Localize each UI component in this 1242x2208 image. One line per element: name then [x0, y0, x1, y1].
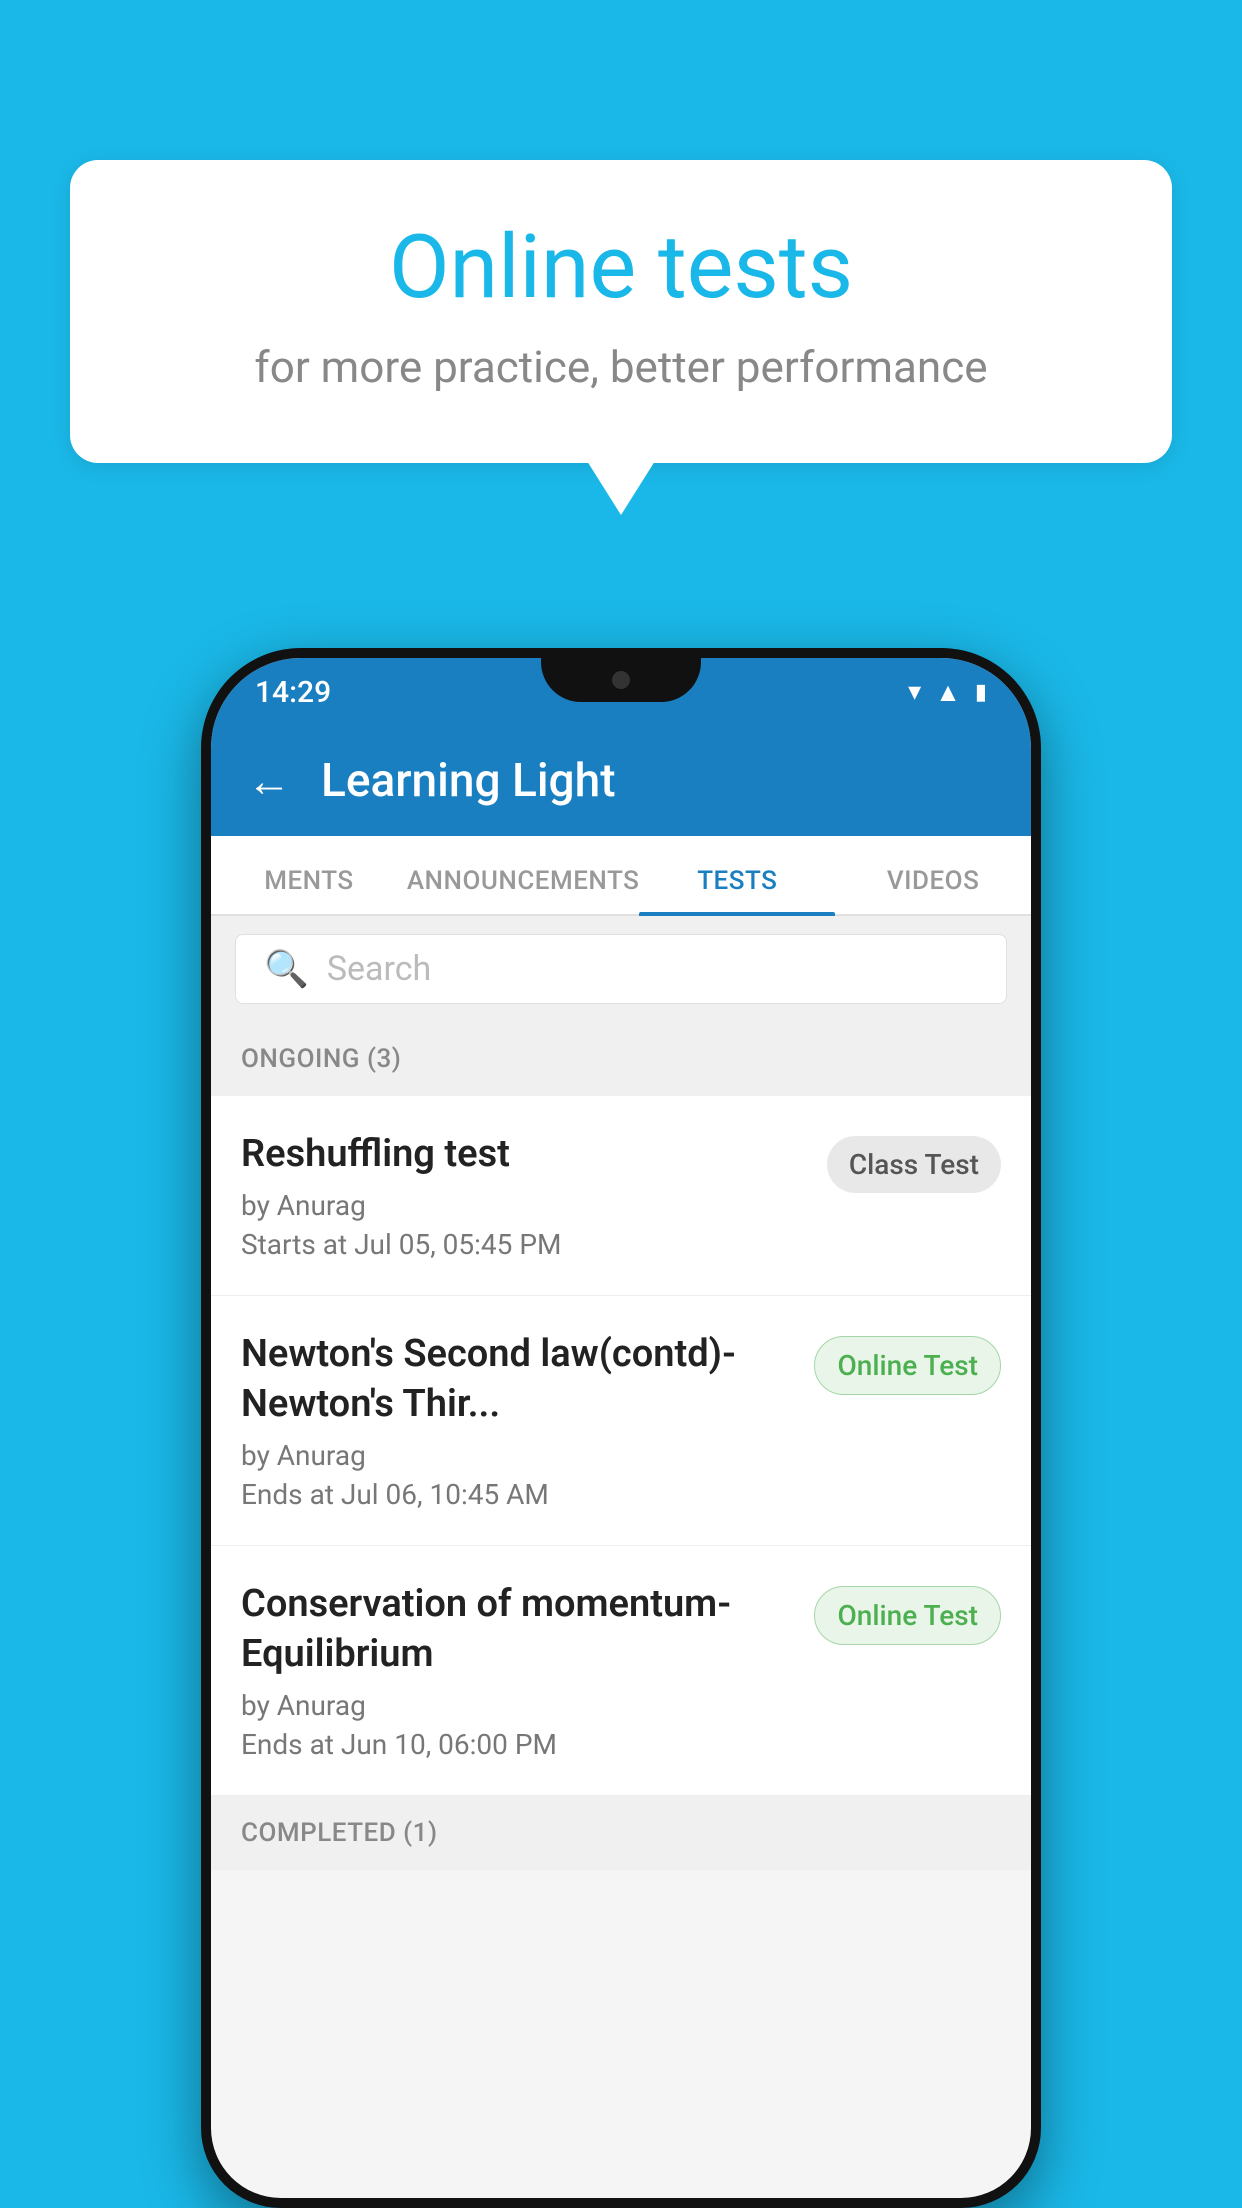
test-name-2: Newton's Second law(contd)-Newton's Thir…	[241, 1330, 794, 1429]
test-info-1: Reshuffling test by Anurag Starts at Jul…	[241, 1130, 807, 1261]
test-badge-1: Class Test	[827, 1136, 1001, 1193]
test-name-3: Conservation of momentum-Equilibrium	[241, 1580, 794, 1679]
test-badge-2: Online Test	[814, 1336, 1001, 1395]
completed-section-header: COMPLETED (1)	[211, 1796, 1031, 1870]
speech-bubble-card: Online tests for more practice, better p…	[70, 160, 1172, 463]
phone-notch	[541, 658, 701, 702]
promo-speech-bubble: Online tests for more practice, better p…	[70, 160, 1172, 463]
test-badge-3: Online Test	[814, 1586, 1001, 1645]
bubble-title: Online tests	[150, 220, 1092, 317]
test-time-3: Ends at Jun 10, 06:00 PM	[241, 1728, 794, 1761]
tabs-container: MENTS ANNOUNCEMENTS TESTS VIDEOS	[211, 836, 1031, 916]
test-name-1: Reshuffling test	[241, 1130, 807, 1179]
ongoing-section-header: ONGOING (3)	[211, 1022, 1031, 1096]
test-author-3: by Anurag	[241, 1689, 794, 1722]
search-bar[interactable]: 🔍 Search	[235, 934, 1007, 1004]
test-item-2[interactable]: Newton's Second law(contd)-Newton's Thir…	[211, 1296, 1031, 1546]
tab-ments[interactable]: MENTS	[211, 866, 407, 914]
tab-videos[interactable]: VIDEOS	[835, 866, 1031, 914]
status-time: 14:29	[255, 675, 331, 710]
bubble-subtitle: for more practice, better performance	[150, 341, 1092, 393]
wifi-icon: ▾	[908, 677, 921, 707]
search-container: 🔍 Search	[211, 916, 1031, 1022]
test-info-3: Conservation of momentum-Equilibrium by …	[241, 1580, 794, 1761]
test-item-3[interactable]: Conservation of momentum-Equilibrium by …	[211, 1546, 1031, 1796]
test-author-2: by Anurag	[241, 1439, 794, 1472]
camera-dot	[612, 671, 630, 689]
tab-announcements[interactable]: ANNOUNCEMENTS	[407, 866, 640, 914]
status-icons: ▾ ▲ ▮	[908, 677, 987, 708]
test-list: Reshuffling test by Anurag Starts at Jul…	[211, 1096, 1031, 1796]
app-bar: ← Learning Light	[211, 726, 1031, 836]
test-author-1: by Anurag	[241, 1189, 807, 1222]
battery-icon: ▮	[975, 680, 987, 705]
search-placeholder: Search	[327, 949, 431, 989]
back-button[interactable]: ←	[247, 755, 291, 807]
app-title: Learning Light	[321, 754, 616, 808]
phone-mockup: 14:29 ▾ ▲ ▮ ← Learning Light MENTS ANNOU…	[201, 648, 1041, 2208]
phone-screen: 14:29 ▾ ▲ ▮ ← Learning Light MENTS ANNOU…	[211, 658, 1031, 2198]
test-info-2: Newton's Second law(contd)-Newton's Thir…	[241, 1330, 794, 1511]
test-time-2: Ends at Jul 06, 10:45 AM	[241, 1478, 794, 1511]
test-item-1[interactable]: Reshuffling test by Anurag Starts at Jul…	[211, 1096, 1031, 1296]
signal-icon: ▲	[935, 677, 961, 708]
phone-frame: 14:29 ▾ ▲ ▮ ← Learning Light MENTS ANNOU…	[201, 648, 1041, 2208]
tab-tests[interactable]: TESTS	[639, 866, 835, 914]
test-time-1: Starts at Jul 05, 05:45 PM	[241, 1228, 807, 1261]
search-icon: 🔍	[264, 948, 309, 990]
